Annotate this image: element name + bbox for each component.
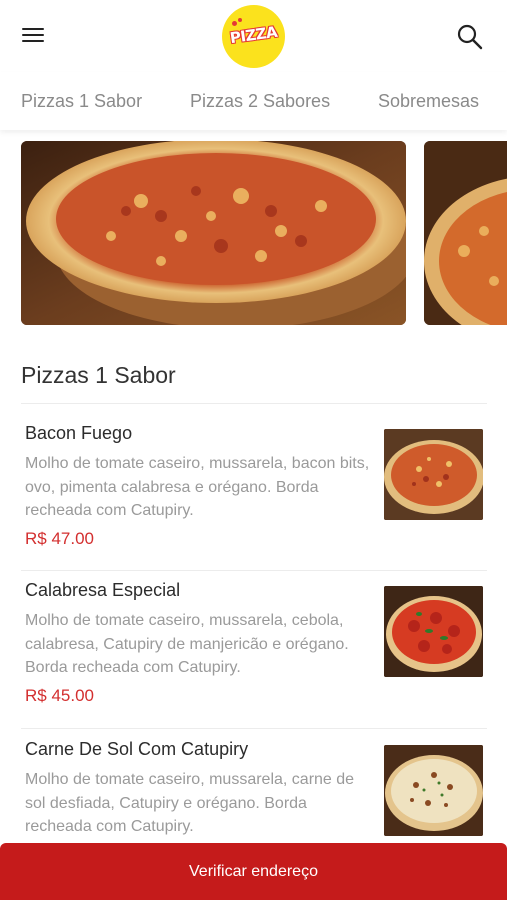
- menu-item[interactable]: Calabresa Especial Molho de tomate casei…: [0, 561, 507, 718]
- tab-pizzas-1-sabor[interactable]: Pizzas 1 Sabor: [21, 91, 142, 112]
- tab-sobremesas[interactable]: Sobremesas: [378, 91, 479, 112]
- section-title: Pizzas 1 Sabor: [21, 362, 176, 388]
- logo-text: PIZZA: [228, 22, 279, 48]
- item-name: Calabresa Especial: [25, 580, 181, 600]
- banner-slide[interactable]: [21, 141, 406, 325]
- hamburger-menu-icon[interactable]: [22, 25, 48, 47]
- brand-logo[interactable]: PIZZA: [222, 5, 285, 68]
- app-header: PIZZA: [0, 0, 507, 72]
- item-image: [384, 429, 483, 520]
- tab-pizzas-2-sabores[interactable]: Pizzas 2 Sabores: [190, 91, 330, 112]
- banner-carousel[interactable]: [0, 141, 507, 326]
- category-tabs: Pizzas 1 Sabor Pizzas 2 Sabores Sobremes…: [0, 72, 507, 130]
- item-name: Bacon Fuego: [25, 423, 133, 443]
- item-description: Molho de tomate caseiro, mussarela, cebo…: [25, 612, 349, 676]
- item-description: Molho de tomate caseiro, mussarela, baco…: [25, 455, 370, 519]
- item-price: R$ 47.00: [25, 529, 94, 548]
- banner-slide[interactable]: [424, 141, 507, 325]
- search-icon[interactable]: [455, 22, 485, 52]
- item-image: [384, 745, 483, 836]
- item-name: Carne De Sol Com Catupiry: [25, 739, 249, 759]
- verify-address-button[interactable]: Verificar endereço: [0, 843, 507, 900]
- item-image: [384, 586, 483, 677]
- item-price: R$ 45.00: [25, 686, 94, 705]
- item-description: Molho de tomate caseiro, mussarela, carn…: [25, 771, 355, 835]
- menu-item[interactable]: Bacon Fuego Molho de tomate caseiro, mus…: [0, 404, 507, 561]
